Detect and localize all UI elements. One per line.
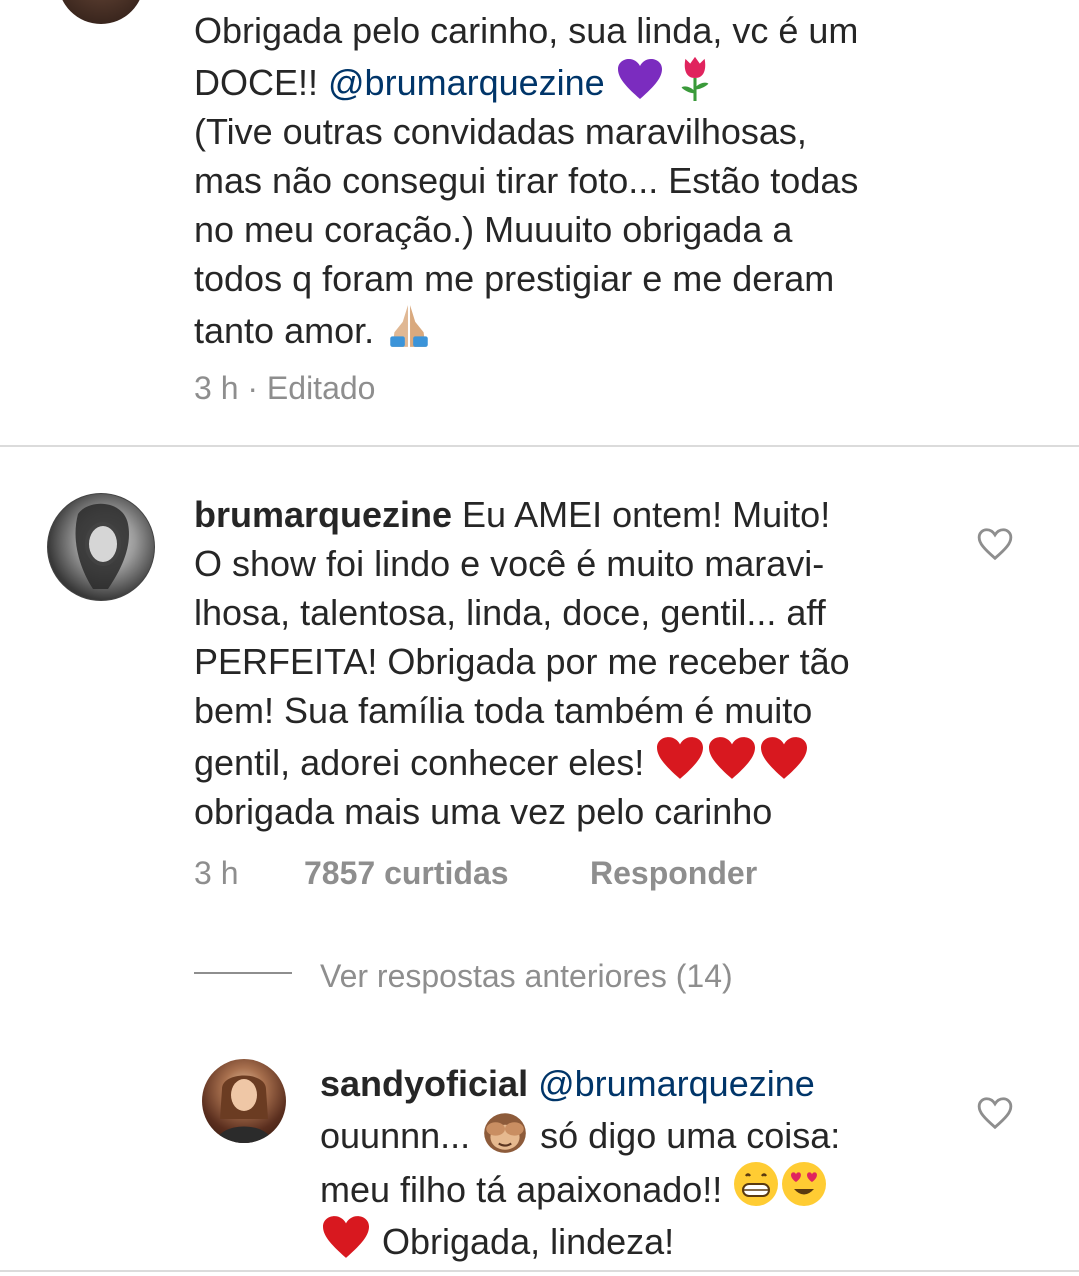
red-heart-icon [709, 737, 756, 779]
avatar-sandyoficial[interactable] [202, 1059, 286, 1143]
comment-text: tanto amor. [194, 310, 385, 351]
comment-line: obrigada mais uma vez pelo carinho [194, 791, 773, 832]
comment-line: (Tive outras convidadas maravilhosas, [194, 111, 807, 152]
comment-line: gentil, adorei conhecer eles! [194, 735, 954, 787]
avatar-sandyoficial-top[interactable] [58, 0, 144, 24]
comment-line: DOCE!! @brumarquezine [194, 55, 1014, 107]
comment-time: 3 h [194, 370, 239, 406]
comment-line: Obrigada, lindeza! [320, 1214, 960, 1266]
comment-brumarquezine: brumarquezine Eu AMEI ontem! Muito! O sh… [194, 490, 954, 836]
comment-line: meu filho tá apaixonado!! [320, 1160, 960, 1214]
comment-line: sandyoficial @brumarquezine [320, 1059, 960, 1108]
view-replies-line [194, 972, 292, 974]
likes-count[interactable]: 7857 curtidas [304, 853, 509, 893]
avatar-brumarquezine[interactable] [47, 493, 155, 601]
comment-sandyoficial: Obrigada pelo carinho, sua linda, vc é u… [194, 6, 1014, 355]
folded-hands-icon [390, 305, 428, 347]
divider [0, 445, 1079, 447]
comment-line: mas não consegui tirar foto... Estão tod… [194, 160, 859, 201]
comment-line: tanto amor. [194, 303, 1014, 355]
grinning-face-icon [734, 1162, 779, 1206]
comment-text: DOCE!! [194, 62, 329, 103]
username-link[interactable]: brumarquezine [194, 494, 452, 535]
red-heart-icon [761, 737, 808, 779]
purple-heart-icon [617, 59, 662, 99]
reply-sandyoficial: sandyoficial @brumarquezine ouunnn... só… [320, 1059, 960, 1266]
reply-button[interactable]: Responder [590, 853, 757, 893]
see-no-evil-monkey-icon [484, 1113, 526, 1153]
view-replies-button[interactable]: Ver respostas anteriores (14) [320, 956, 733, 996]
comment-line: todos q foram me prestigiar e me deram [194, 258, 835, 299]
username-link[interactable]: sandyoficial [320, 1063, 528, 1104]
red-heart-icon [323, 1216, 369, 1258]
comment-line: PERFEITA! Obrigada por me receber tão [194, 641, 850, 682]
mention-link[interactable]: @brumarquezine [328, 62, 605, 103]
tulip-icon [681, 56, 709, 101]
comment-meta: 3 h · Editado [194, 368, 375, 408]
mention-link[interactable]: @brumarquezine [528, 1063, 815, 1104]
comment-text: gentil, adorei conhecer eles! [194, 742, 655, 783]
edited-label: · Editado [247, 370, 376, 406]
comment-line: lhosa, talentosa, linda, doce, gentil...… [194, 592, 826, 633]
comment-line: ouunnn... só digo uma coisa: [320, 1108, 960, 1160]
like-heart-icon[interactable] [976, 1095, 1014, 1131]
comment-text: Eu AMEI ontem! Muito! [452, 494, 831, 535]
comment-line: no meu coração.) Muuuito obrigada a [194, 209, 793, 250]
comment-line: Obrigada pelo carinho, sua linda, vc é u… [194, 10, 859, 51]
comment-line: brumarquezine Eu AMEI ontem! Muito! [194, 490, 954, 539]
red-heart-icon [657, 737, 704, 779]
like-heart-icon[interactable] [976, 526, 1014, 562]
heart-eyes-icon [782, 1162, 827, 1206]
comment-text: ouunnn... [320, 1115, 481, 1156]
avatar-image [75, 503, 129, 589]
comment-text: Obrigada, lindeza! [372, 1221, 675, 1262]
comment-line: bem! Sua família toda também é muito [194, 690, 813, 731]
avatar-image [216, 1075, 272, 1143]
bottom-border [0, 1270, 1079, 1272]
comment-time: 3 h [194, 855, 239, 891]
comment-text: meu filho tá apaixonado!! [320, 1169, 733, 1210]
comment-text: só digo uma coisa: [530, 1115, 841, 1156]
comment-line: O show foi lindo e você é muito maravi- [194, 543, 825, 584]
comment-meta: 3 h 7857 curtidas Responder [194, 853, 894, 893]
